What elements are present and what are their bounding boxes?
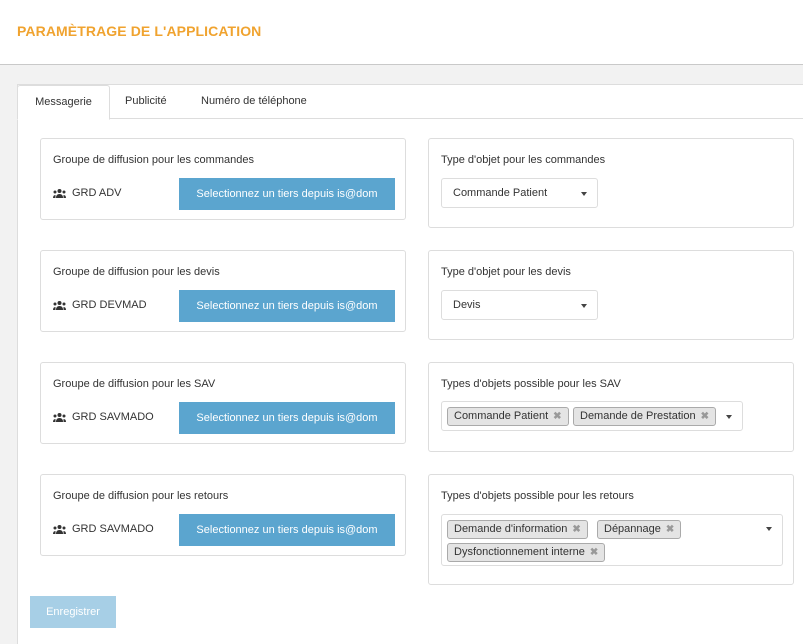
tab-messagerie[interactable]: Messagerie (17, 85, 110, 120)
types-sav-multiselect[interactable]: Commande Patient ✖ Demande de Prestation ✖ (441, 401, 743, 431)
users-icon (53, 524, 66, 534)
close-icon[interactable]: ✖ (553, 411, 561, 422)
group-name: GRD SAVMADO (72, 411, 154, 423)
type-commandes-select[interactable]: Commande Patient (441, 178, 598, 208)
card-types-retours: Types d'objets possible pour les retours… (428, 474, 794, 585)
close-icon[interactable]: ✖ (572, 524, 580, 535)
card-title: Types d'objets possible pour les SAV (441, 378, 621, 390)
card-type-devis: Type d'objet pour les devis Devis (428, 250, 794, 340)
users-icon (53, 412, 66, 422)
chip-dysfonctionnement-interne: Dysfonctionnement interne ✖ (447, 543, 606, 562)
close-icon[interactable]: ✖ (590, 547, 598, 558)
group-row: GRD DEVMAD (53, 299, 147, 311)
chevron-down-icon (766, 527, 772, 531)
users-icon (53, 188, 66, 198)
chip-demande-information: Demande d'information ✖ (447, 520, 588, 539)
card-title: Groupe de diffusion pour les retours (53, 490, 229, 502)
chip-demande-prestation: Demande de Prestation ✖ (573, 407, 716, 426)
close-icon[interactable]: ✖ (666, 524, 674, 535)
card-group-sav: Groupe de diffusion pour les SAV GRD SAV… (40, 362, 406, 444)
type-devis-select[interactable]: Devis (441, 290, 598, 320)
types-retours-multiselect[interactable]: Demande d'information ✖ Dépannage ✖ Dysfon… (441, 514, 783, 566)
settings-panel: Messagerie Publicité Numéro de téléphone… (17, 84, 803, 644)
group-row: GRD ADV (53, 187, 122, 199)
chip-depannage: Dépannage ✖ (597, 520, 682, 539)
card-title: Groupe de diffusion pour les commandes (53, 154, 254, 166)
group-name: GRD ADV (72, 187, 122, 199)
card-group-retours: Groupe de diffusion pour les retours GRD… (40, 474, 406, 556)
card-title: Types d'objets possible pour les retours (441, 490, 634, 502)
tab-bar: Messagerie Publicité Numéro de téléphone (17, 85, 803, 120)
selected-value: Devis (453, 299, 481, 311)
page-header: PARAMÈTRAGE DE L'APPLICATION (0, 0, 803, 65)
group-row: GRD SAVMADO (53, 411, 154, 423)
card-type-commandes: Type d'objet pour les commandes Commande… (428, 138, 794, 228)
card-group-devis: Groupe de diffusion pour les devis GRD D… (40, 250, 406, 332)
chevron-down-icon (726, 415, 732, 419)
select-tiers-button[interactable]: Selectionnez un tiers depuis is@dom (179, 178, 395, 210)
card-title: Groupe de diffusion pour les SAV (53, 378, 216, 390)
group-name: GRD DEVMAD (72, 299, 147, 311)
card-group-commandes: Groupe de diffusion pour les commandes G… (40, 138, 406, 220)
page-title: PARAMÈTRAGE DE L'APPLICATION (17, 23, 262, 39)
card-title: Type d'objet pour les commandes (441, 154, 606, 166)
select-tiers-button[interactable]: Selectionnez un tiers depuis is@dom (179, 514, 395, 546)
selected-value: Commande Patient (453, 187, 548, 199)
card-title: Groupe de diffusion pour les devis (53, 266, 220, 278)
select-tiers-button[interactable]: Selectionnez un tiers depuis is@dom (179, 402, 395, 434)
chevron-down-icon (581, 304, 587, 308)
card-types-sav: Types d'objets possible pour les SAV Com… (428, 362, 794, 452)
card-title: Type d'objet pour les devis (441, 266, 571, 278)
close-icon[interactable]: ✖ (701, 411, 709, 422)
tab-publicite[interactable]: Publicité (125, 85, 167, 119)
group-row: GRD SAVMADO (53, 523, 154, 535)
group-name: GRD SAVMADO (72, 523, 154, 535)
chip-commande-patient: Commande Patient ✖ (447, 407, 569, 426)
select-tiers-button[interactable]: Selectionnez un tiers depuis is@dom (179, 290, 395, 322)
tab-numero-telephone[interactable]: Numéro de téléphone (201, 85, 307, 119)
chevron-down-icon (581, 192, 587, 196)
save-button[interactable]: Enregistrer (30, 596, 116, 628)
users-icon (53, 300, 66, 310)
